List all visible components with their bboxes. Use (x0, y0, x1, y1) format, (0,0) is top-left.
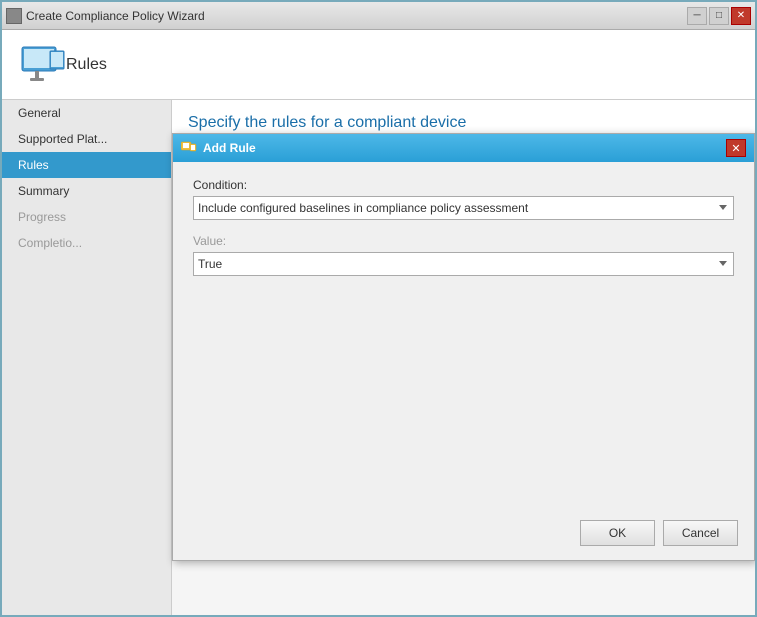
minimize-button[interactable]: ─ (687, 7, 707, 25)
dialog-overlay: Add Rule ✕ Condition: Include configured… (172, 143, 755, 615)
add-rule-dialog: Add Rule ✕ Condition: Include configured… (172, 133, 755, 561)
main-panel: Specify the rules for a compliant device (172, 100, 755, 615)
content-area: General Supported Plat... Rules Summary … (2, 100, 755, 615)
cancel-button[interactable]: Cancel (663, 520, 738, 546)
ok-button[interactable]: OK (580, 520, 655, 546)
dialog-close-button[interactable]: ✕ (726, 139, 746, 157)
dialog-title-bar-left: Add Rule (181, 141, 256, 155)
dialog-content: Condition: Include configured baselines … (173, 162, 754, 510)
main-window: Create Compliance Policy Wizard ─ □ ✕ Ru… (0, 0, 757, 617)
restore-button[interactable]: □ (709, 7, 729, 25)
sidebar-item-summary[interactable]: Summary (2, 178, 171, 204)
sidebar-item-completion[interactable]: Completio... (2, 230, 171, 256)
condition-group: Condition: Include configured baselines … (193, 178, 734, 220)
computer-icon (18, 41, 66, 89)
value-select[interactable]: True False (193, 252, 734, 276)
close-button[interactable]: ✕ (731, 7, 751, 25)
main-content: Add Rule ✕ Condition: Include configured… (172, 143, 755, 615)
condition-label: Condition: (193, 178, 734, 192)
dialog-spacer (193, 290, 734, 490)
dialog-title-bar: Add Rule ✕ (173, 134, 754, 162)
sidebar-item-rules[interactable]: Rules (2, 152, 171, 178)
header-title: Rules (66, 56, 107, 74)
sidebar-item-supported-platforms[interactable]: Supported Plat... (2, 126, 171, 152)
dialog-icon (181, 141, 197, 155)
window-icon (6, 8, 22, 24)
header-section: Rules (2, 30, 755, 100)
window-title: Create Compliance Policy Wizard (26, 9, 205, 23)
title-controls: ─ □ ✕ (687, 7, 751, 25)
title-bar: Create Compliance Policy Wizard ─ □ ✕ (2, 2, 755, 30)
title-bar-left: Create Compliance Policy Wizard (6, 8, 205, 24)
value-group: Value: True False (193, 234, 734, 276)
value-label: Value: (193, 234, 734, 248)
sidebar-item-progress[interactable]: Progress (2, 204, 171, 230)
dialog-footer: OK Cancel (173, 510, 754, 560)
sidebar-item-general[interactable]: General (2, 100, 171, 126)
sidebar: General Supported Plat... Rules Summary … (2, 100, 172, 615)
condition-select[interactable]: Include configured baselines in complian… (193, 196, 734, 220)
dialog-title-text: Add Rule (203, 141, 256, 155)
